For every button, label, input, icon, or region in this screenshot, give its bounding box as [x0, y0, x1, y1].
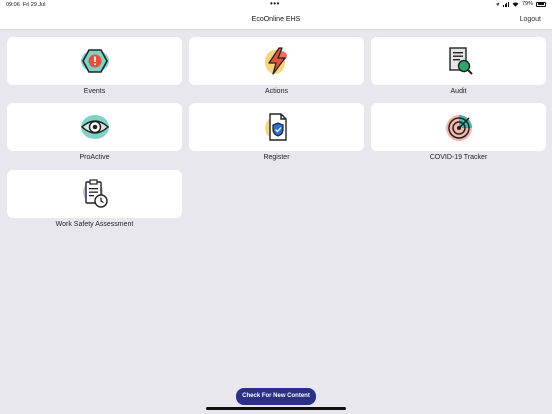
battery-icon — [536, 1, 546, 7]
wifi-icon — [512, 1, 519, 7]
cellular-signal-icon — [503, 2, 509, 7]
check-for-new-content-button[interactable]: Check For New Content — [236, 388, 316, 405]
tile-actions[interactable] — [189, 37, 364, 85]
tile-proactive[interactable] — [7, 103, 182, 151]
lightning-bolt-icon — [265, 47, 287, 75]
tile-audit[interactable] — [371, 37, 546, 85]
hexagon-alert-icon — [81, 49, 109, 73]
status-time: 09:06 Fri 29 Jul — [6, 2, 45, 8]
logout-button[interactable]: Logout — [520, 16, 541, 23]
clipboard-clock-icon — [83, 179, 108, 208]
clipboard-search-icon — [449, 47, 473, 75]
multitasking-dots-icon[interactable]: ••• — [270, 0, 280, 8]
status-indicators: 79% — [495, 1, 546, 7]
tile-work-safety-assessment[interactable] — [7, 170, 182, 218]
tile-label-work-safety-assessment: Work Safety Assessment — [55, 221, 134, 228]
tile-events[interactable] — [7, 37, 182, 85]
eye-icon — [80, 115, 110, 139]
navigation-bar: EcoOnline EHS Logout — [0, 10, 552, 30]
tile-label-audit: Audit — [450, 88, 467, 95]
tile-label-events: Events — [83, 88, 106, 95]
status-time-value: 09:06 — [6, 2, 20, 8]
tile-label-register: Register — [263, 154, 290, 161]
status-bar: 09:06 Fri 29 Jul ••• 79% — [0, 0, 552, 10]
page-title: EcoOnline EHS — [251, 16, 301, 23]
target-icon — [446, 115, 472, 141]
status-date: Fri 29 Jul — [22, 2, 46, 8]
battery-percent: 79% — [521, 1, 533, 7]
location-arrow-icon — [495, 2, 500, 6]
tile-label-actions: Actions — [265, 88, 288, 95]
document-check-icon — [265, 113, 287, 141]
tile-covid-19-tracker[interactable] — [371, 103, 546, 151]
tile-label-proactive: ProActive — [79, 154, 110, 161]
home-indicator[interactable] — [206, 407, 346, 410]
tile-register[interactable] — [189, 103, 364, 151]
tile-label-covid-19-tracker: COVID-19 Tracker — [429, 154, 488, 161]
